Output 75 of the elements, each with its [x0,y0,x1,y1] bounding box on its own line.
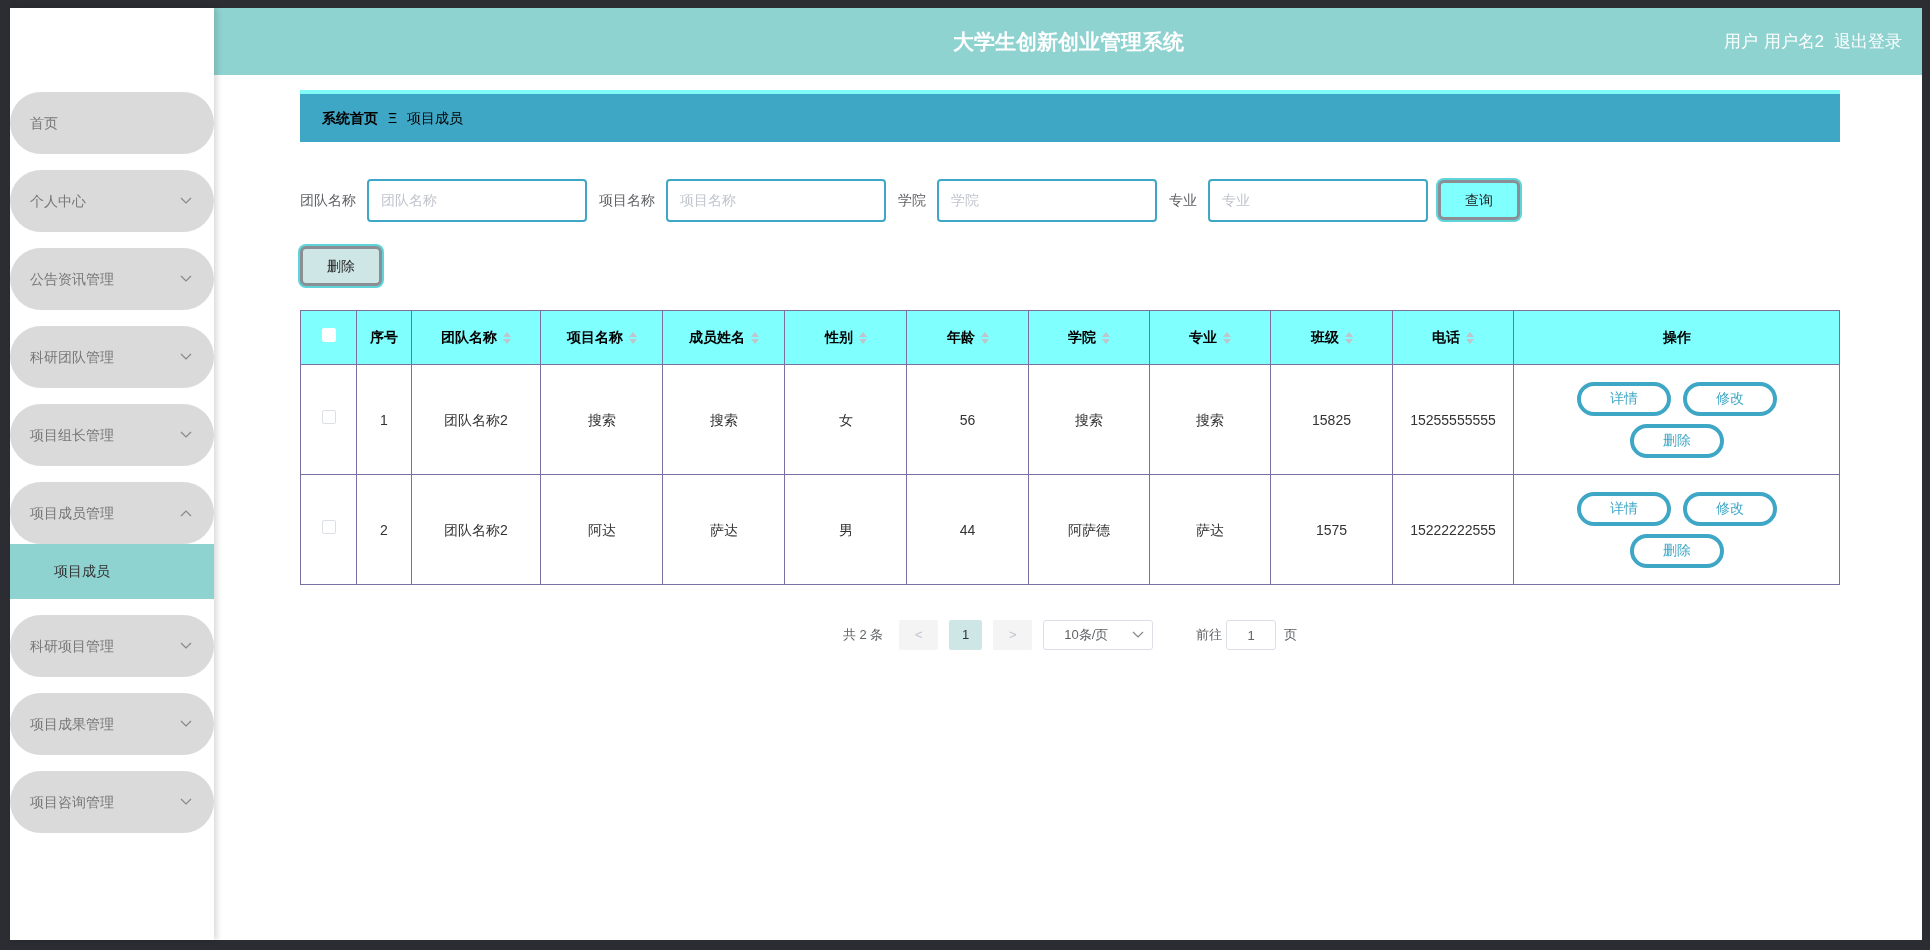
column-header[interactable]: 年龄 [946,327,975,348]
page-size-select[interactable]: 10条/页 [1043,620,1154,650]
table-cell: 团队名称2 [444,411,508,428]
column-header[interactable]: 操作 [1662,327,1691,348]
sidebar-menu-item[interactable]: 项目咨询管理 [10,771,214,833]
sidebar-submenu-item[interactable]: 项目成员 [10,544,214,599]
table-cell: 阿萨德 [1068,521,1110,538]
table-cell: 15255555555 [1410,411,1496,428]
delete-button[interactable]: 删除 [300,246,382,286]
table-cell: 搜索 [1075,411,1103,428]
sort-icon[interactable] [503,331,511,344]
table-cell: 男 [838,521,853,538]
sort-icon[interactable] [750,331,759,344]
sidebar-menu-item[interactable]: 科研项目管理 [10,615,214,677]
table-cell: 2 [380,521,388,538]
goto-suffix: 页 [1284,626,1298,645]
sort-icon[interactable] [628,331,637,344]
table-cell: 搜索 [587,411,616,428]
table-cell: 搜索 [709,411,738,428]
sort-icon[interactable] [1223,331,1231,344]
sidebar-menu-item[interactable]: 首页 [10,92,214,154]
breadcrumb-current: 项目成员 [407,108,464,128]
sidebar-menu-item[interactable]: 科研团队管理 [10,326,214,388]
table-cell: 15825 [1312,411,1351,428]
table-cell: 搜索 [1196,411,1224,428]
table-cell: 15222222555 [1410,521,1496,538]
user-label: 用户 [1723,30,1758,53]
sort-icon[interactable] [1102,331,1110,344]
sort-icon[interactable] [1466,331,1474,344]
sidebar-menu-item[interactable]: 项目成员管理 [10,482,214,544]
table-cell: 女 [838,411,853,428]
sort-icon[interactable] [980,331,989,344]
username: 用户名2 [1763,30,1824,53]
column-header[interactable]: 成员姓名 [688,327,745,348]
column-header[interactable]: 班级 [1310,327,1339,348]
chevron-down-icon [1132,631,1145,639]
search-field[interactable]: 学院 [937,178,1157,222]
search-field[interactable]: 专业 [1208,178,1428,222]
sidebar-menu-item[interactable]: 项目成果管理 [10,693,214,755]
app-title: 大学生创新创业管理系统 [952,28,1184,55]
sort-icon[interactable] [1344,331,1353,344]
breadcrumb-link[interactable]: 系统首页 [322,107,378,129]
table-cell: 1575 [1315,521,1348,538]
field-label: 项目名称 [599,190,655,210]
search-button[interactable]: 查询 [1438,180,1520,220]
column-header[interactable]: 电话 [1432,327,1460,348]
sidebar-menu-item[interactable]: 项目组长管理 [10,404,214,466]
table-cell: 萨达 [709,521,738,538]
column-header[interactable]: 序号 [370,327,398,348]
breadcrumb-separator: Ξ [388,108,398,128]
checkbox[interactable] [321,410,336,424]
checkbox[interactable] [321,520,336,534]
field-label: 学院 [898,190,926,210]
column-header[interactable]: 团队名称 [441,327,497,348]
sidebar-menu-item[interactable]: 公告资讯管理 [10,248,214,310]
table-cell: 萨达 [1196,521,1224,538]
table-cell: 1 [380,411,388,428]
column-header[interactable]: 专业 [1189,327,1217,348]
table-cell: 44 [959,521,976,538]
column-header[interactable]: 性别 [824,327,853,348]
column-header[interactable]: 学院 [1068,327,1096,348]
table-cell: 阿达 [587,521,616,538]
column-header[interactable]: 项目名称 [566,327,623,348]
goto-page-field[interactable]: 1 [1226,620,1277,650]
page-button[interactable]: 1 [949,620,983,650]
table-cell: 团队名称2 [444,521,508,538]
table-cell: 56 [959,411,976,428]
field-label: 专业 [1169,190,1197,210]
field-label: 团队名称 [300,190,356,210]
sort-icon[interactable] [858,331,867,344]
goto-label: 前往 [1196,626,1223,645]
search-field[interactable]: 团队名称 [367,178,587,222]
total-count: 共 2 条 [842,626,884,645]
search-field[interactable]: 项目名称 [666,178,886,222]
sidebar-menu-item[interactable]: 个人中心 [10,170,214,232]
